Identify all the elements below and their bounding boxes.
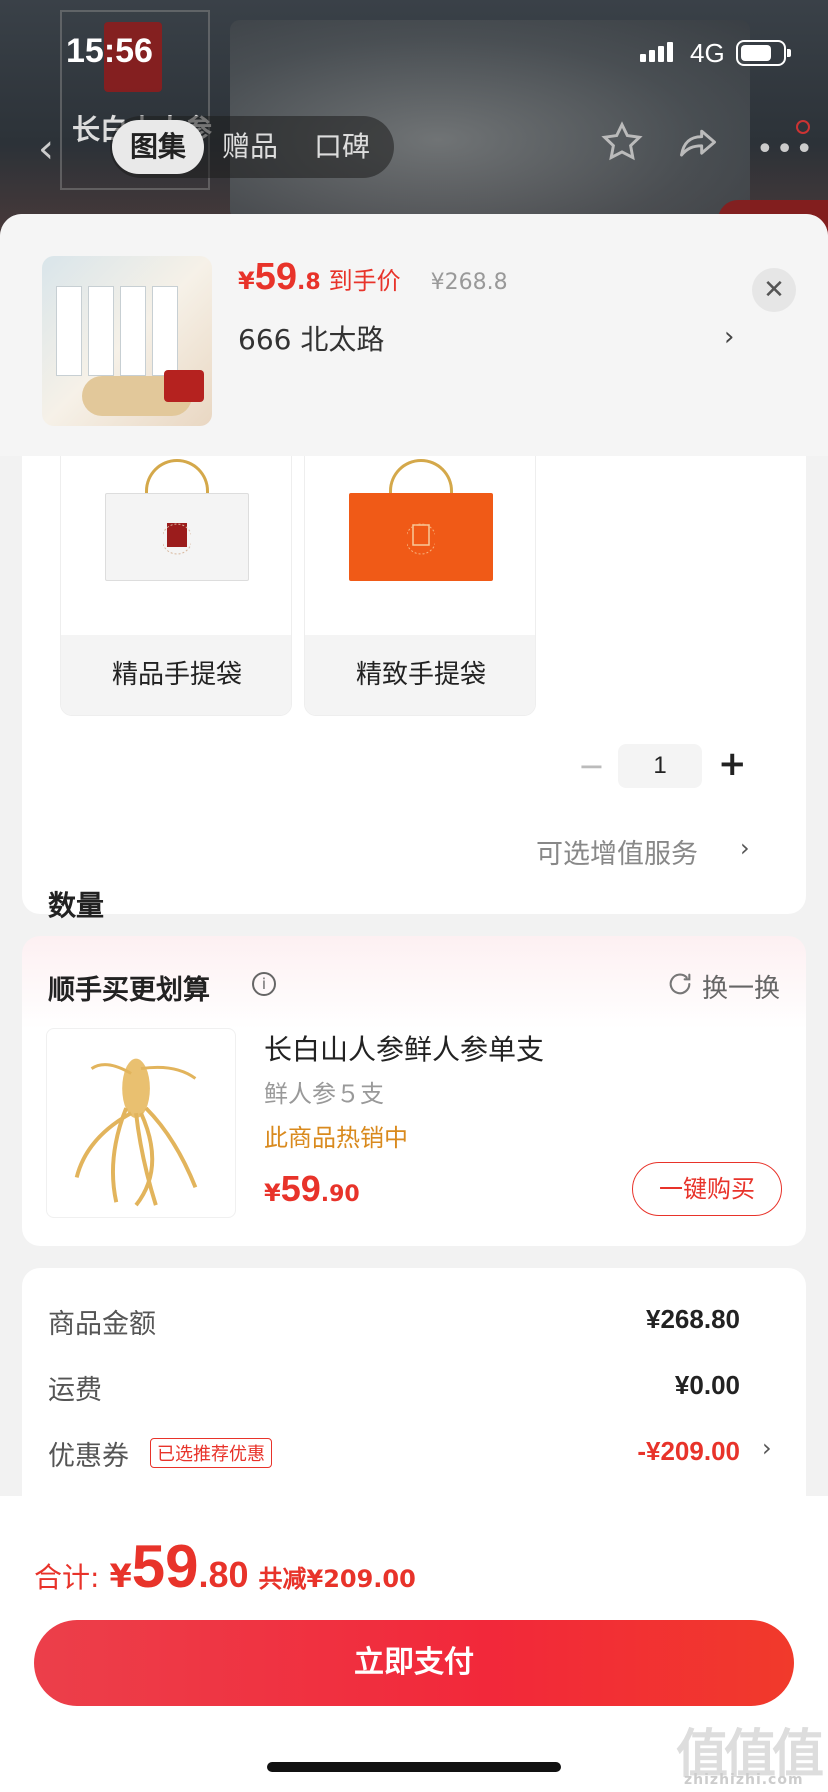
price-symbol: ¥ <box>264 1179 281 1207</box>
recommend-product-price: ¥ 59 .90 <box>264 1168 360 1210</box>
total-label: 合计: <box>34 1561 100 1594</box>
status-bar: 15:56 4G <box>0 0 828 100</box>
chevron-right-icon[interactable]: › <box>740 834 750 862</box>
sheet-header: ¥ 59 .8 到手价 ¥268.8 666 北太路 › ✕ <box>0 214 828 456</box>
back-icon[interactable]: ‹ <box>38 126 54 172</box>
close-icon[interactable]: ✕ <box>752 268 796 312</box>
option-premium-bag[interactable]: 精品手提袋 <box>60 444 292 716</box>
watermark: 值值值 zhizhizhi.com <box>676 1712 828 1792</box>
signal-icon <box>640 42 673 62</box>
total-price: 合计: ¥ 59 .80 共减¥209.00 <box>34 1532 416 1601</box>
ginseng-product-image[interactable] <box>46 1028 236 1218</box>
info-icon[interactable]: i <box>252 972 276 996</box>
top-navigation: ‹ 图集 赠品 口碑 ••• <box>0 110 828 180</box>
goods-amount-value: ¥268.80 <box>646 1304 740 1334</box>
tab-gallery[interactable]: 图集 <box>112 120 205 174</box>
more-icon[interactable]: ••• <box>756 132 815 167</box>
price-symbol: ¥ <box>238 267 255 295</box>
delivery-address[interactable]: 666 北太路 <box>238 318 384 358</box>
total-discount: 共减¥209.00 <box>258 1565 416 1593</box>
coupon-value[interactable]: -¥209.00 <box>637 1436 740 1467</box>
product-thumbnail[interactable] <box>42 256 212 426</box>
refresh-icon[interactable] <box>666 970 694 998</box>
tab-gifts[interactable]: 赠品 <box>204 120 296 174</box>
product-price: ¥ 59 .8 到手价 ¥268.8 <box>238 256 508 299</box>
quantity-input[interactable]: 1 <box>618 744 702 788</box>
quantity-label: 数量 <box>48 889 105 922</box>
status-time: 15:56 <box>66 32 153 70</box>
recommend-product-hot: 此商品热销中 <box>264 1124 408 1152</box>
goods-amount-label: 商品金额 <box>48 1309 156 1340</box>
one-click-buy-button[interactable]: 一键购买 <box>632 1162 782 1216</box>
payment-bar: 合计: ¥ 59 .80 共减¥209.00 立即支付 值值值 zhizhizh… <box>0 1496 828 1792</box>
shipping-label: 运费 <box>48 1375 102 1406</box>
notification-dot <box>796 120 810 134</box>
option-exquisite-bag[interactable]: 精致手提袋 <box>304 444 536 716</box>
original-price: ¥268.8 <box>430 270 508 295</box>
battery-icon <box>736 40 791 66</box>
recommend-title: 顺手买更划算 <box>48 975 210 1006</box>
nav-tabs: 图集 赠品 口碑 <box>110 116 394 178</box>
tab-reviews[interactable]: 口碑 <box>296 120 388 174</box>
home-indicator[interactable] <box>267 1762 561 1772</box>
brand-emblem-icon <box>407 523 435 555</box>
refresh-button[interactable]: 换一换 <box>702 968 780 1005</box>
price-decimal: .90 <box>320 1182 360 1207</box>
option-label: 精品手提袋 <box>61 635 291 715</box>
recommend-card: 顺手买更划算 i 换一换 长白山人参鲜人参单支 鲜人参５支 此商品热销中 ¥ 5… <box>22 936 806 1246</box>
option-image <box>61 445 291 641</box>
option-image <box>305 445 535 641</box>
price-decimal: .8 <box>296 270 321 295</box>
coupon-label: 优惠券 <box>48 1441 129 1472</box>
total-decimal: .80 <box>198 1554 249 1595</box>
quantity-increase-button[interactable]: + <box>718 744 747 784</box>
total-symbol: ¥ <box>109 1557 132 1595</box>
watermark-url: zhizhizhi.com <box>684 1772 804 1788</box>
recommend-product-subtitle: 鲜人参５支 <box>264 1080 384 1108</box>
share-icon[interactable] <box>676 122 720 166</box>
quantity-decrease-button[interactable]: − <box>578 747 605 785</box>
network-label: 4G <box>690 38 725 68</box>
service-value[interactable]: 可选增值服务 <box>536 832 698 871</box>
recommend-product-title[interactable]: 长白山人参鲜人参单支 <box>264 1028 544 1068</box>
chevron-right-icon[interactable]: › <box>762 1434 772 1462</box>
star-icon[interactable] <box>600 120 644 164</box>
shipping-value: ¥0.00 <box>674 1370 740 1400</box>
brand-emblem-icon <box>163 523 191 555</box>
price-integer: 59 <box>254 256 297 298</box>
price-integer: 59 <box>280 1168 321 1209</box>
price-tag: 到手价 <box>328 267 401 295</box>
coupon-badge: 已选推荐优惠 <box>150 1438 272 1468</box>
chevron-right-icon[interactable]: › <box>724 322 734 352</box>
pay-now-button[interactable]: 立即支付 <box>34 1620 794 1706</box>
option-label: 精致手提袋 <box>305 635 535 715</box>
total-integer: 59 <box>131 1533 199 1600</box>
